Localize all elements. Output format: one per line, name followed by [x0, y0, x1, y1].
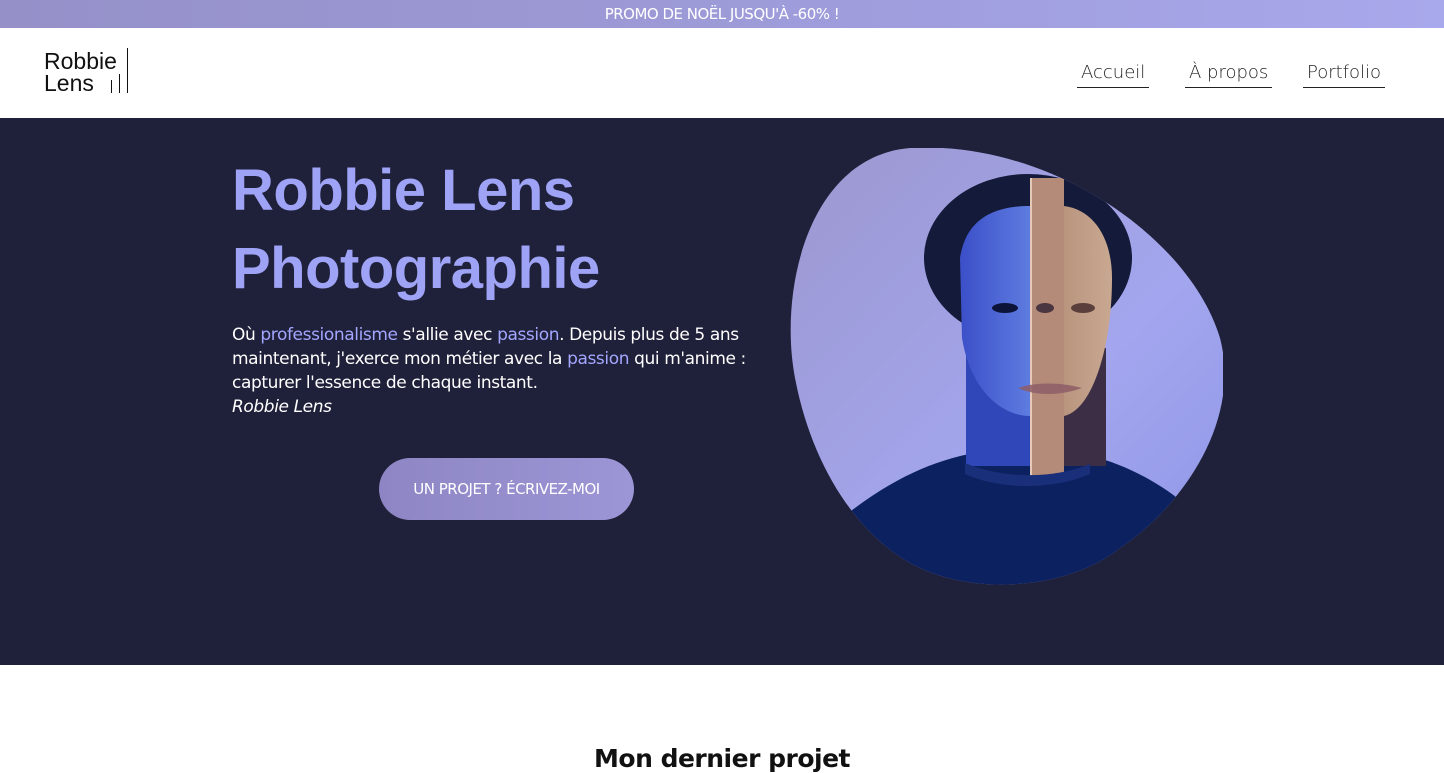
intro-part-1: Où: [232, 325, 261, 345]
nav-a-propos[interactable]: À propos: [1185, 62, 1273, 88]
contact-cta-button[interactable]: UN PROJET ? ÉCRIVEZ-MOI: [379, 458, 634, 520]
hero-title: Robbie Lens Photographie: [232, 152, 600, 308]
site-header: Robbie Lens Accueil À propos Portfolio: [0, 28, 1444, 118]
logo-bar-1: [127, 48, 128, 93]
portrait-image: [790, 148, 1223, 585]
nav-portfolio[interactable]: Portfolio: [1303, 62, 1386, 88]
logo-line-2: Lens: [44, 70, 94, 96]
logo-bar-3: [111, 80, 112, 93]
highlight-passion-2: passion: [567, 349, 630, 369]
hero-section: Robbie Lens Photographie Où professional…: [0, 118, 1444, 665]
hero-intro: Où professionalisme s'allie avec passion…: [232, 323, 752, 419]
section-title: Mon dernier projet: [594, 744, 850, 773]
logo[interactable]: Robbie Lens: [44, 48, 134, 98]
hero-title-line-2: Photographie: [232, 236, 600, 301]
promo-text: PROMO DE NOËL JUSQU'À -60% !: [604, 5, 840, 23]
hero-title-line-1: Robbie Lens: [232, 158, 575, 223]
signature: Robbie Lens: [232, 397, 332, 417]
nav-accueil[interactable]: Accueil: [1077, 62, 1150, 88]
intro-part-2: s'allie avec: [397, 325, 498, 345]
promo-banner: PROMO DE NOËL JUSQU'À -60% !: [0, 0, 1444, 28]
highlight-professionalisme: professionalisme: [260, 325, 398, 345]
highlight-passion-1: passion: [497, 325, 560, 345]
logo-bar-2: [119, 74, 120, 93]
